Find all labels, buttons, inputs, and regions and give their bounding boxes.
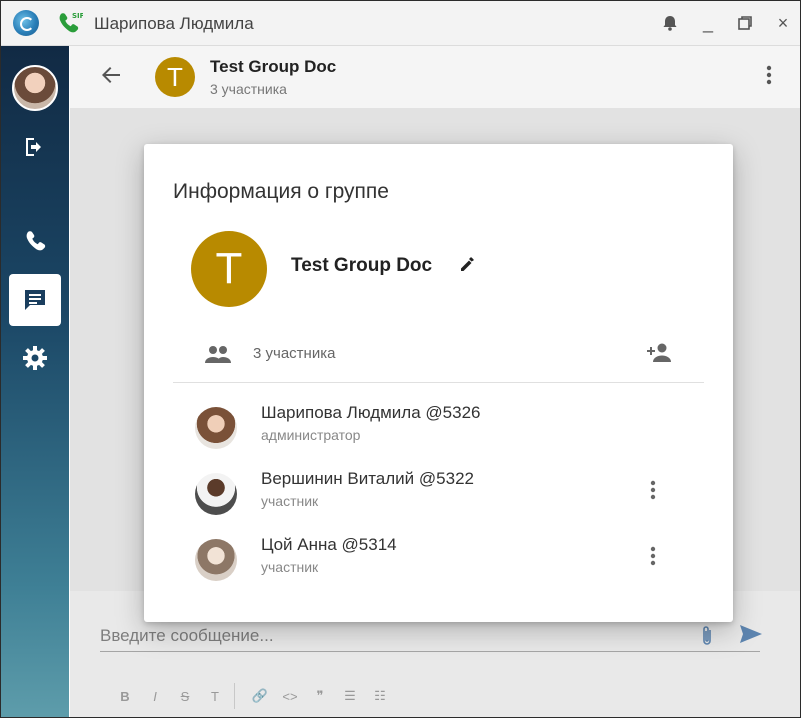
bullet-list-button[interactable]: ☰ [335,688,365,704]
dialog-title: Информация о группе [173,180,389,203]
edit-pencil-icon[interactable] [458,255,476,278]
member-name: Шарипова Людмила @5326 [261,403,481,422]
app-window: SIP Шарипова Людмила _ × [0,0,801,718]
formatting-toolbar: B I S T 🔗 <> ❞ ☰ ☷ [110,683,395,709]
close-button[interactable]: × [769,9,797,37]
avatar [12,65,58,111]
alarm-icon[interactable] [656,9,684,37]
sidebar-item-chats[interactable] [9,274,61,326]
member-name: Цой Анна @5314 [261,535,397,554]
chat-subtitle: 3 участника [210,81,287,97]
attach-icon[interactable] [700,625,714,653]
member-role: участник [261,493,319,509]
sidebar [1,46,69,717]
more-vert-icon[interactable] [766,64,772,92]
sidebar-item-settings[interactable] [9,332,61,384]
quote-button[interactable]: ❞ [305,688,335,704]
members-count: 3 участника [253,345,336,362]
logout-icon [26,138,41,156]
toolbar-divider [234,683,235,709]
people-icon [205,346,231,363]
minimize-button[interactable]: _ [694,9,722,37]
app-logo-icon [13,10,39,36]
phone-icon [26,231,46,251]
avatar [195,473,237,515]
message-input[interactable]: Введите сообщение... [100,621,760,652]
window-title: Шарипова Людмила [94,14,254,33]
numbered-list-button[interactable]: ☷ [365,688,395,704]
member-role: участник [261,559,319,575]
group-avatar[interactable]: T [155,57,195,97]
sidebar-item-calls[interactable] [9,216,61,268]
member-item[interactable]: Цой Анна @5314 участник [173,529,704,595]
sip-phone-icon[interactable]: SIP [55,9,83,37]
avatar [195,407,237,449]
members-summary-row: 3 участника [173,332,704,383]
avatar [195,539,237,581]
italic-button[interactable]: I [140,689,170,704]
member-item[interactable]: Вершинин Виталий @5322 участник [173,463,704,529]
code-button[interactable]: <> [275,689,305,704]
chat-title: Test Group Doc [210,57,337,76]
group-avatar-large[interactable]: T [191,231,267,307]
svg-text:SIP: SIP [72,12,83,20]
more-vert-icon[interactable] [650,545,656,571]
add-person-icon[interactable] [645,342,673,364]
group-info-dialog: Информация о группе T Test Group Doc 3 у… [144,144,733,622]
more-vert-icon[interactable] [650,479,656,505]
heading-button[interactable]: T [200,689,230,704]
chat-icon [25,290,45,310]
logout-button[interactable] [9,121,61,173]
send-icon[interactable] [738,623,764,650]
sidebar-user-avatar[interactable] [9,62,61,114]
settings-icon [23,346,47,370]
maximize-button[interactable] [731,9,759,37]
title-bar: SIP Шарипова Людмила _ × [1,1,800,46]
group-name: Test Group Doc [291,255,433,276]
member-item[interactable]: Шарипова Людмила @5326 администратор [173,397,704,463]
member-role: администратор [261,427,361,443]
link-button[interactable]: 🔗 [245,688,275,704]
chat-header: T Test Group Doc 3 участника [70,46,800,109]
member-name: Вершинин Виталий @5322 [261,469,474,488]
back-arrow-icon[interactable] [100,64,122,92]
bold-button[interactable]: B [110,689,140,704]
strikethrough-button[interactable]: S [170,689,200,704]
